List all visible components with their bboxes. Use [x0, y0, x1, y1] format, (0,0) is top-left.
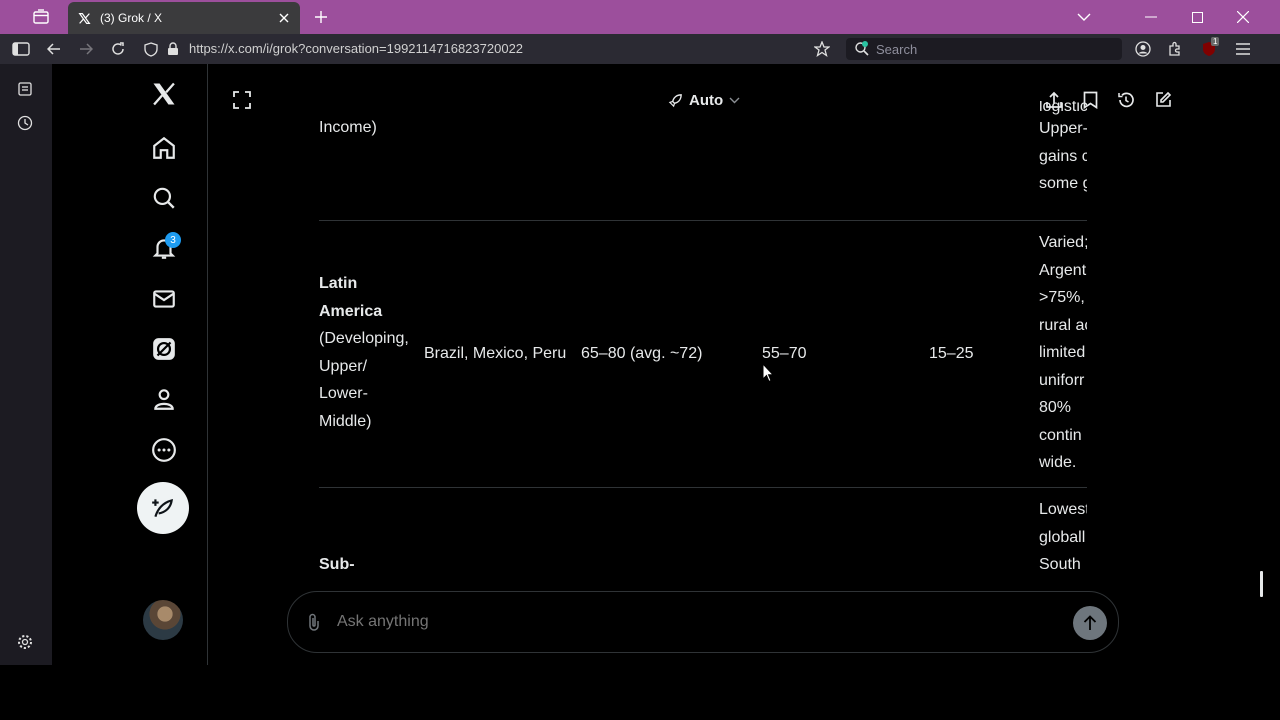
close-tab-icon[interactable]	[274, 8, 294, 28]
minimize-icon[interactable]	[1139, 6, 1163, 28]
tab-list-icon[interactable]	[28, 6, 54, 28]
extensions-icon[interactable]	[1164, 39, 1186, 59]
fullscreen-icon[interactable]	[230, 88, 254, 112]
browser-sidebar	[0, 64, 52, 665]
close-window-icon[interactable]	[1231, 6, 1255, 28]
tracking-protection-icon[interactable]	[140, 39, 162, 59]
forward-icon[interactable]	[75, 39, 97, 59]
ublock-icon[interactable]: 1	[1198, 37, 1220, 59]
region-desc-line: Upper/	[319, 357, 368, 375]
menu-icon[interactable]	[1232, 39, 1254, 59]
prev-row-notes: logistic Upper- gains c some g	[1039, 101, 1087, 198]
more-options-icon[interactable]	[147, 433, 181, 467]
account-avatar[interactable]	[143, 600, 183, 640]
x-logo-icon[interactable]	[147, 77, 181, 111]
prev-row-region: Income)	[319, 119, 377, 136]
address-bar[interactable]: https://x.com/i/grok?conversation=199211…	[189, 41, 523, 56]
new-chat-edit-icon[interactable]	[1151, 88, 1175, 112]
browser-search-box[interactable]: Search	[846, 38, 1122, 60]
notifications-badge: 3	[165, 232, 181, 248]
maximize-icon[interactable]	[1185, 6, 1209, 28]
notes-line: Varied;	[1039, 234, 1087, 251]
notes-line: Lowest	[1039, 501, 1087, 518]
sidebar-toggle-icon[interactable]	[10, 39, 32, 59]
notes-line: uniforr	[1039, 371, 1085, 389]
response-table: Income) logistic Upper- gains c some g L…	[319, 64, 1087, 665]
grok-input-bar	[287, 591, 1119, 653]
notes-line: Argent	[1039, 261, 1087, 279]
notes-line: >75%,	[1039, 289, 1085, 306]
account-icon[interactable]	[1132, 39, 1154, 59]
page-scrollbar[interactable]	[1260, 571, 1263, 597]
search-placeholder: Search	[876, 41, 918, 57]
list-all-tabs-icon[interactable]	[1072, 6, 1096, 28]
reload-icon[interactable]	[107, 39, 129, 59]
feather-plus-icon	[150, 495, 176, 521]
region-name-line: America	[319, 302, 383, 320]
arrow-up-icon	[1083, 615, 1097, 631]
synced-tabs-icon[interactable]	[14, 78, 36, 100]
bookmark-star-icon[interactable]	[811, 39, 833, 59]
table-cell-countries: Brazil, Mexico, Peru	[424, 345, 567, 362]
browser-titlebar: (3) Grok / X	[0, 0, 1280, 34]
x-sidebar-nav: 3	[52, 64, 208, 665]
next-row-notes: Lowest globall South	[1039, 496, 1087, 579]
notes-line: 80%	[1039, 399, 1072, 416]
grok-conversation: Auto Income) logistic Upper- gains c som…	[208, 64, 1196, 665]
home-icon[interactable]	[147, 131, 181, 165]
notes-line: South	[1039, 556, 1081, 573]
grok-icon[interactable]	[147, 332, 181, 366]
notes-line: Upper-	[1039, 120, 1087, 137]
notes-line: some g	[1039, 175, 1087, 192]
explore-search-icon[interactable]	[147, 181, 181, 215]
tab-title: (3) Grok / X	[100, 11, 163, 25]
new-tab-icon[interactable]	[311, 7, 331, 27]
messages-envelope-icon[interactable]	[147, 282, 181, 316]
browser-tab-active[interactable]: (3) Grok / X	[68, 2, 300, 34]
table-cell-notes: Varied; Argent >75%, rural ac limited un…	[1039, 229, 1087, 477]
region-desc-line: Lower-	[319, 385, 368, 402]
compose-post-button[interactable]	[137, 482, 189, 534]
notes-line: wide.	[1039, 454, 1077, 471]
profile-icon[interactable]	[147, 382, 181, 416]
history-icon[interactable]	[14, 112, 36, 134]
notes-line: gains c	[1039, 147, 1087, 165]
table-row-region-next: Sub-	[319, 556, 355, 573]
row-divider	[319, 220, 1087, 221]
notes-line: limited	[1039, 344, 1086, 361]
region-desc-line: (Developing,	[319, 330, 409, 347]
notes-line: rural ac	[1039, 316, 1087, 334]
table-cell-col3: 65–80 (avg. ~72)	[581, 345, 703, 362]
notes-line: contin	[1039, 426, 1082, 444]
ask-anything-input[interactable]	[335, 612, 1039, 632]
row-divider	[319, 487, 1087, 488]
ublock-count-badge: 1	[1211, 37, 1220, 46]
settings-gear-icon[interactable]	[14, 631, 36, 653]
notes-line: globall	[1039, 528, 1086, 546]
mouse-cursor-icon	[762, 362, 775, 388]
x-page: 3 Auto Income) logistic Upper- gains c s…	[52, 64, 1268, 665]
lock-icon[interactable]	[162, 39, 184, 59]
notes-line: logistic	[1039, 101, 1087, 115]
table-cell-col5: 15–25	[929, 345, 974, 362]
attach-paperclip-icon[interactable]	[304, 612, 324, 632]
table-row-region-latin-america: Latin America (Developing, Upper/ Lower-…	[319, 270, 419, 435]
history-clock-icon[interactable]	[1114, 88, 1138, 112]
x-logo-icon	[76, 10, 92, 26]
back-icon[interactable]	[43, 39, 65, 59]
send-button[interactable]	[1073, 606, 1107, 640]
browser-navbar: https://x.com/i/grok?conversation=199211…	[0, 34, 1280, 64]
region-name-line: Latin	[319, 275, 358, 292]
search-engine-icon	[854, 41, 870, 57]
region-desc-line: Middle)	[319, 412, 372, 430]
